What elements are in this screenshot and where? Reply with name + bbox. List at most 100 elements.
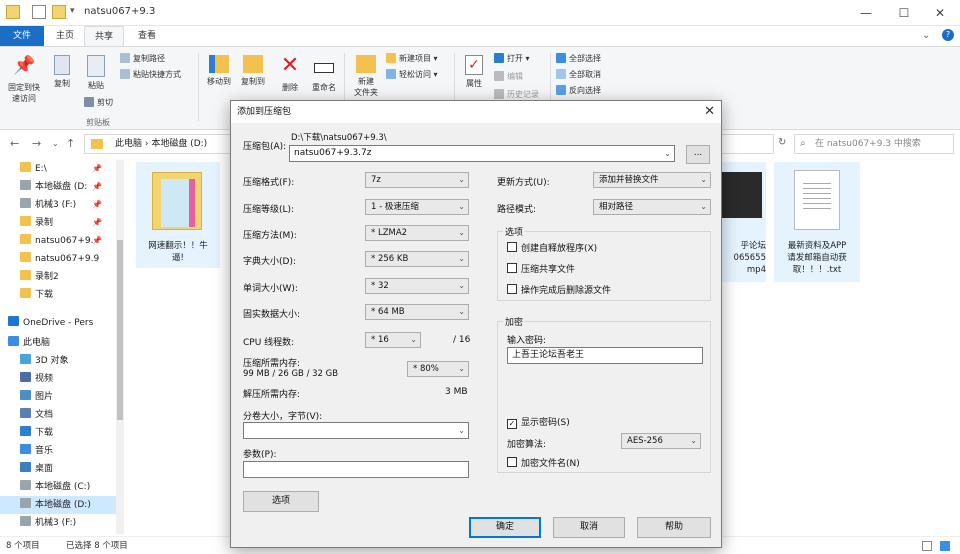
paste-button[interactable]: 粘贴 xyxy=(82,55,110,91)
ok-button[interactable]: 确定 xyxy=(469,517,541,538)
nav-item[interactable]: E:\ 📌 xyxy=(0,160,120,178)
nav-item-label: 机械3 (F:) xyxy=(35,200,77,210)
nav-item[interactable]: 视频 xyxy=(0,370,120,388)
show-password-checkbox[interactable]: ✓ 显示密码(S) xyxy=(507,415,570,429)
pin-quick-access-button[interactable]: 📌 固定到快 速访问 xyxy=(4,55,44,104)
maximize-button[interactable]: ☐ xyxy=(884,4,924,22)
copy-to-button[interactable]: 复制到 xyxy=(238,55,268,87)
quick-access-dropdown-icon[interactable]: ▾ xyxy=(70,6,75,16)
archive-dir: D:\下载\natsu067+9.3\ xyxy=(291,133,387,143)
paste-shortcut-button[interactable]: 粘贴快捷方式 xyxy=(120,69,181,80)
nav-item[interactable]: 3D 对象 xyxy=(0,352,120,370)
nav-item[interactable]: 录制 📌 xyxy=(0,214,120,232)
nav-scroll-thumb[interactable] xyxy=(117,240,123,420)
new-item-button[interactable]: 新建项目 ▾ xyxy=(386,53,438,64)
help-icon[interactable]: ? xyxy=(942,29,954,41)
archive-name-combo[interactable]: natsu067+9.3.7z ⌄ xyxy=(289,145,675,162)
path-mode-select[interactable]: 相对路径 ⌄ xyxy=(593,199,711,215)
cancel-button[interactable]: 取消 xyxy=(553,517,625,538)
breadcrumb[interactable]: 此电脑 › 本地磁盘 (D:) xyxy=(115,139,207,149)
copy-button[interactable]: 复制 xyxy=(48,55,76,89)
move-to-button[interactable]: 移动到 xyxy=(204,55,234,87)
open-button[interactable]: 打开 ▾ xyxy=(494,53,530,64)
easy-access-button[interactable]: 轻松访问 ▾ xyxy=(386,69,438,80)
mem-percent-select[interactable]: * 80% ⌄ xyxy=(407,361,469,377)
invert-selection-button[interactable]: 反向选择 xyxy=(556,85,601,96)
select-none-button[interactable]: 全部取消 xyxy=(556,69,601,80)
nav-item[interactable]: 下载 xyxy=(0,424,120,442)
nav-item[interactable]: 机械3 (F:) 📌 xyxy=(0,196,120,214)
checkbox-box[interactable] xyxy=(507,263,517,273)
forward-arrow-icon[interactable]: → xyxy=(32,137,41,150)
details-view-icon[interactable] xyxy=(922,541,932,551)
rename-button[interactable]: 重命名 xyxy=(308,55,340,93)
nav-item[interactable]: natsu067+9.9 xyxy=(0,250,120,268)
new-folder-button[interactable]: 新建 文件夹 xyxy=(350,55,382,98)
delete-button[interactable]: ✕ 删除 xyxy=(276,55,304,93)
solid-select[interactable]: * 64 MB ⌄ xyxy=(365,304,469,320)
dict-select[interactable]: * 256 KB ⌄ xyxy=(365,251,469,267)
edit-button[interactable]: 编辑 xyxy=(494,71,523,82)
properties-button[interactable]: ✓ 属性 xyxy=(460,55,488,89)
nav-item[interactable]: 此电脑 xyxy=(0,334,120,352)
recent-dropdown-icon[interactable]: ⌄ xyxy=(52,139,59,148)
file-item-text[interactable]: 最新资料及APP 请发邮箱自动获 取！！！.txt xyxy=(774,162,860,282)
level-select[interactable]: 1 - 极速压缩 ⌄ xyxy=(365,199,469,215)
format-select[interactable]: 7z ⌄ xyxy=(365,172,469,188)
tab-view[interactable]: 查看 xyxy=(128,26,166,46)
history-button[interactable]: 历史记录 xyxy=(494,89,539,100)
nav-item[interactable]: 本地磁盘 (D:) xyxy=(0,496,120,514)
tab-home[interactable]: 主页 xyxy=(46,26,84,46)
cut-button[interactable]: 剪切 xyxy=(84,97,113,108)
refresh-icon[interactable]: ↻ xyxy=(778,137,786,148)
search-input[interactable]: ⌕ 在 natsu067+9.3 中搜索 xyxy=(794,134,954,154)
back-arrow-icon[interactable]: ← xyxy=(10,137,19,150)
ribbon-collapse-icon[interactable]: ⌄ xyxy=(922,30,930,41)
close-window-button[interactable]: ✕ xyxy=(920,4,960,22)
tab-file[interactable]: 文件 xyxy=(0,26,44,46)
up-arrow-icon[interactable]: ↑ xyxy=(66,137,75,150)
checkbox-box[interactable] xyxy=(507,457,517,467)
checkbox-box[interactable]: ✓ xyxy=(507,419,517,429)
select-all-button[interactable]: 全部选择 xyxy=(556,53,601,64)
word-select[interactable]: * 32 ⌄ xyxy=(365,278,469,294)
delete-after-checkbox[interactable]: 操作完成后删除源文件 xyxy=(507,283,611,296)
nav-item[interactable]: 图片 xyxy=(0,388,120,406)
params-input[interactable] xyxy=(243,461,469,478)
encrypt-names-checkbox[interactable]: 加密文件名(N) xyxy=(507,456,580,469)
window-title: natsu067+9.3 xyxy=(84,6,156,17)
new-folder-quick-icon[interactable] xyxy=(52,5,66,19)
update-select[interactable]: 添加并替换文件 ⌄ xyxy=(593,172,711,188)
nav-item[interactable]: 录制2 xyxy=(0,268,120,286)
large-icons-view-icon[interactable] xyxy=(940,541,950,551)
options-button[interactable]: 选项 xyxy=(243,491,319,512)
nav-item[interactable]: natsu067+9. 📌 xyxy=(0,232,120,250)
checkbox-box[interactable] xyxy=(507,284,517,294)
dialog-close-button[interactable]: ✕ xyxy=(704,101,715,123)
password-input[interactable]: 上吾王论坛吾老王 xyxy=(507,347,703,364)
enc-method-select[interactable]: AES-256 ⌄ xyxy=(621,433,701,449)
nav-item[interactable]: 文档 xyxy=(0,406,120,424)
properties-quick-icon[interactable] xyxy=(32,5,46,19)
nav-item[interactable]: 桌面 xyxy=(0,460,120,478)
split-size-combo[interactable]: ⌄ xyxy=(243,422,469,439)
nav-item[interactable]: 本地磁盘 (D: 📌 xyxy=(0,178,120,196)
browse-button[interactable]: ... xyxy=(686,145,710,164)
encrypt-names-label: 加密文件名(N) xyxy=(521,459,580,469)
nav-item[interactable]: 机械3 (F:) xyxy=(0,514,120,532)
shared-checkbox[interactable]: 压缩共享文件 xyxy=(507,262,575,275)
help-button[interactable]: 帮助 xyxy=(637,517,711,538)
copy-path-button[interactable]: 复制路径 xyxy=(120,53,165,64)
sfx-checkbox[interactable]: 创建自释放程序(X) xyxy=(507,241,597,254)
cpu-select[interactable]: * 16 ⌄ xyxy=(365,332,421,348)
tab-share[interactable]: 共享 xyxy=(84,26,125,46)
file-item-folder[interactable]: 网速翻示！！牛 逼! xyxy=(136,162,220,268)
nav-item[interactable]: OneDrive - Pers xyxy=(0,314,120,332)
nav-scrollbar[interactable] xyxy=(116,160,124,534)
nav-item[interactable]: 音乐 xyxy=(0,442,120,460)
checkbox-box[interactable] xyxy=(507,242,517,252)
nav-item[interactable]: 下载 xyxy=(0,286,120,304)
method-select[interactable]: * LZMA2 ⌄ xyxy=(365,225,469,241)
minimize-button[interactable]: — xyxy=(846,4,886,22)
nav-item[interactable]: 本地磁盘 (C:) xyxy=(0,478,120,496)
